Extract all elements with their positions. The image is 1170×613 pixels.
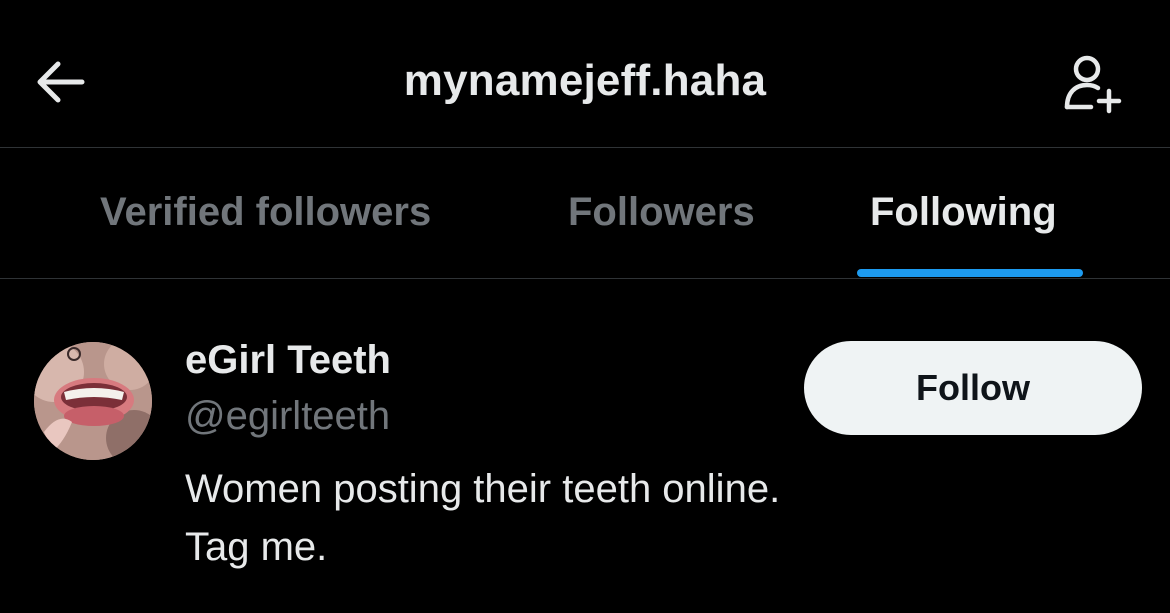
page-title: mynamejeff.haha xyxy=(403,56,767,105)
avatar[interactable] xyxy=(34,342,152,460)
user-display-name[interactable]: eGirl Teeth xyxy=(185,338,391,383)
person-plus-icon xyxy=(1064,55,1122,114)
add-user-button[interactable] xyxy=(1052,44,1132,124)
user-list-item[interactable]: eGirl Teeth @egirlteeth Women posting th… xyxy=(0,280,1170,613)
top-app-bar: mynamejeff.haha xyxy=(0,0,1170,148)
follow-button[interactable]: Follow xyxy=(804,341,1142,435)
user-handle: @egirlteeth xyxy=(185,394,391,438)
user-bio: Women posting their teeth online. Tag me… xyxy=(185,460,945,576)
tab-followers[interactable]: Followers xyxy=(568,190,755,235)
tab-verified-followers[interactable]: Verified followers xyxy=(100,190,431,235)
active-tab-indicator xyxy=(857,269,1083,277)
bio-line: Tag me. xyxy=(185,525,328,569)
tab-bar: Verified followers Followers Following xyxy=(0,148,1170,279)
avatar-image xyxy=(34,342,152,460)
tab-following[interactable]: Following xyxy=(870,190,1057,235)
bio-line: Women posting their teeth online. xyxy=(185,467,781,511)
